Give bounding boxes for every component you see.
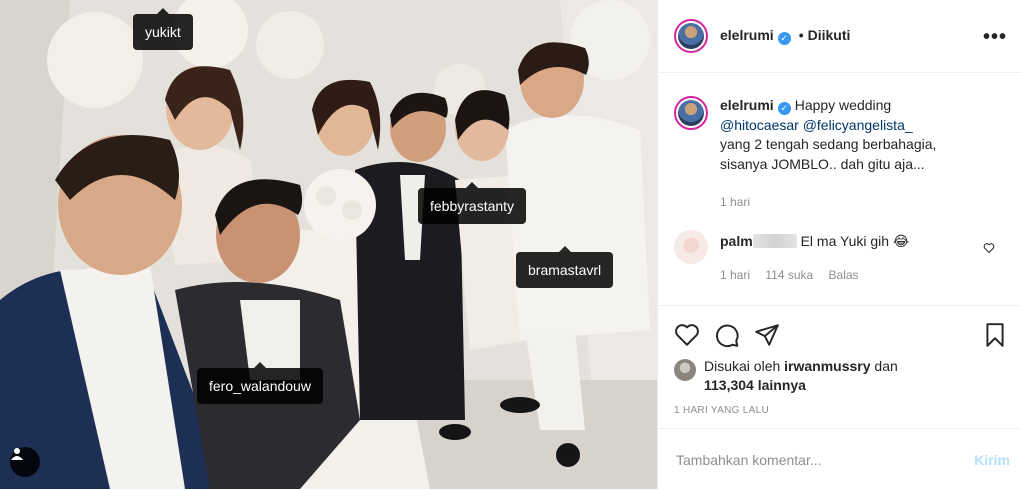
caption-intro: Happy wedding: [794, 97, 892, 113]
wedding-group-photo: [0, 0, 657, 489]
caption-time[interactable]: 1 hari: [720, 193, 980, 213]
heart-icon[interactable]: [674, 322, 700, 348]
photo-tag-bramastavrl[interactable]: bramastavrl: [516, 246, 614, 288]
comment-time[interactable]: 1 hari: [720, 268, 750, 282]
comment-likes[interactable]: 114 suka: [765, 268, 813, 282]
photo-tag-fero-walandouw[interactable]: fero_walandouw: [197, 362, 323, 404]
post-header: elelrumi ✓ • Diikuti •••: [658, 0, 1021, 73]
photo-tag-febbyrastanty[interactable]: febbyrastanty: [418, 182, 527, 224]
user-icon: [11, 448, 23, 460]
verified-badge-icon: ✓: [777, 102, 791, 115]
liker-username[interactable]: irwanmussry: [784, 358, 870, 374]
comment-reply[interactable]: Balas: [829, 268, 859, 282]
bookmark-icon[interactable]: [982, 322, 1008, 348]
commenter-avatar[interactable]: [674, 230, 708, 264]
photo-tag-yukikt[interactable]: yukikt: [133, 8, 193, 50]
commenter-username[interactable]: palm: [720, 233, 753, 249]
author-username[interactable]: elelrumi: [720, 27, 774, 43]
caption-avatar[interactable]: [674, 96, 708, 130]
follow-status[interactable]: Diikuti: [808, 27, 851, 43]
send-comment-button[interactable]: Kirim: [974, 452, 1010, 468]
post-photo[interactable]: yukikt febbyrastanty bramastavrl fero_wa…: [0, 0, 657, 489]
likes-prefix: Disukai oleh: [704, 358, 781, 374]
author-avatar[interactable]: [674, 19, 708, 53]
more-options-icon[interactable]: •••: [983, 26, 1007, 49]
comment-text: El ma Yuki gih 😂: [800, 233, 910, 249]
post-timestamp[interactable]: 1 HARI YANG LALU: [674, 405, 769, 416]
comment-item: palm El ma Yuki gih 😂 1 hari 114 suka Ba…: [674, 230, 1004, 285]
caption-username[interactable]: elelrumi: [720, 97, 774, 113]
caption-rest: yang 2 tengah sedang berbahagia, sisanya…: [720, 136, 937, 172]
separator: •: [798, 27, 804, 43]
share-icon[interactable]: [754, 322, 780, 348]
mention-felicyangelista[interactable]: @felicyangelista_: [803, 117, 913, 133]
redacted-username-blur: [752, 234, 797, 248]
comment-input[interactable]: [674, 450, 948, 469]
post-side-panel: elelrumi ✓ • Diikuti ••• elelrumi ✓ Happy wed…: [657, 0, 1021, 489]
action-bar: [658, 305, 1021, 348]
likes-and: dan: [874, 358, 898, 374]
comment-icon[interactable]: [714, 322, 740, 348]
post-caption: elelrumi ✓ Happy wedding @hitocaesar @feli…: [674, 96, 1004, 213]
comment-like-heart-icon[interactable]: [983, 242, 995, 254]
mention-hitocaesar[interactable]: @hitocaesar: [720, 117, 799, 133]
add-comment-bar: Kirim: [658, 428, 1021, 490]
likes-summary: Disukai oleh irwanmussry dan 113,304 lai…: [674, 357, 898, 395]
tagged-users-button[interactable]: [10, 447, 40, 477]
likes-count[interactable]: 113,304 lainnya: [704, 377, 806, 393]
verified-badge-icon: ✓: [777, 32, 791, 45]
liker-avatar[interactable]: [674, 359, 696, 381]
